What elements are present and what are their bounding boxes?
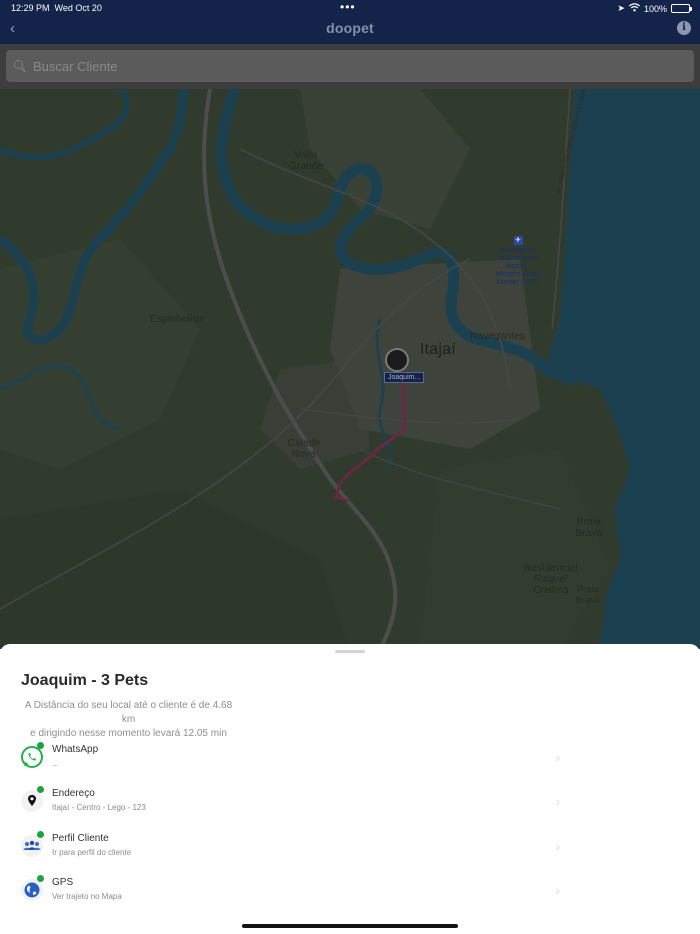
map-label-praia-brava: Praia Brava: [575, 517, 603, 539]
option-endereco[interactable]: Endereço Itajaí - Centro - Lego - 123 ›: [20, 786, 560, 819]
search-input[interactable]: [33, 57, 673, 75]
status-dot: [37, 831, 44, 838]
search-field[interactable]: [6, 50, 694, 82]
status-time: 12:29 PM Wed Oct 20: [11, 3, 102, 13]
option-whatsapp[interactable]: WhatsApp ... ›: [20, 742, 560, 775]
status-right: ➤ 100%: [617, 3, 692, 14]
sheet-drag-handle[interactable]: [335, 650, 365, 653]
battery-percent: 100%: [643, 3, 667, 14]
map-view[interactable]: Volta Grande Espinheiros Itajaí Navegant…: [0, 89, 700, 649]
status-dot: [37, 786, 44, 793]
client-title: Joaquim - 3 Pets: [21, 672, 149, 689]
status-bar: 12:29 PM Wed Oct 20 ••• ➤ 100%: [0, 0, 700, 17]
map-label-volta-grande: Volta Grande: [288, 150, 324, 172]
search-bar: [0, 44, 700, 89]
wifi-icon: [629, 3, 640, 14]
chevron-right-icon: ›: [555, 882, 560, 898]
option-perfil-cliente[interactable]: Perfil Cliente Ir para perfil do cliente…: [20, 831, 560, 864]
airport-icon: ✈: [513, 236, 523, 245]
status-dot: [37, 875, 44, 882]
distance-info: A Distância do seu local até o cliente é…: [24, 700, 233, 739]
airport-label: ✈ Navegantes International Airport - Min…: [495, 236, 541, 286]
status-dot: [37, 742, 44, 749]
map-label-itajai: Itajaí: [420, 341, 456, 358]
map-label-praia-brava-2: Praia Brava: [575, 584, 601, 605]
battery-icon: [671, 4, 692, 13]
multitask-dots-icon[interactable]: •••: [340, 0, 356, 14]
app-logo: doopet: [326, 20, 374, 36]
client-bottom-sheet: Joaquim - 3 Pets A Distância do seu loca…: [0, 644, 700, 934]
home-indicator[interactable]: [242, 924, 458, 928]
client-pin-label[interactable]: Joaquim...: [384, 372, 425, 383]
map-dim-overlay: [0, 89, 700, 649]
option-gps[interactable]: GPS Ver trajeto no Mapa ›: [20, 875, 560, 908]
client-pin-avatar[interactable]: [385, 348, 409, 372]
map-label-navegantes: Navegantes: [470, 331, 526, 342]
nav-bar: 12:29 PM Wed Oct 20 ••• ➤ 100% ‹ doopet …: [0, 0, 700, 44]
search-icon: [14, 60, 23, 69]
info-icon[interactable]: i: [677, 21, 691, 35]
chevron-right-icon: ›: [555, 749, 560, 765]
chevron-right-icon: ›: [555, 793, 560, 809]
location-arrow-icon: ➤: [617, 3, 625, 13]
map-label-cidade-nova: Cidade Nova: [287, 438, 321, 460]
map-label-espinheiros: Espinheiros: [150, 314, 205, 325]
chevron-right-icon: ›: [555, 838, 560, 854]
